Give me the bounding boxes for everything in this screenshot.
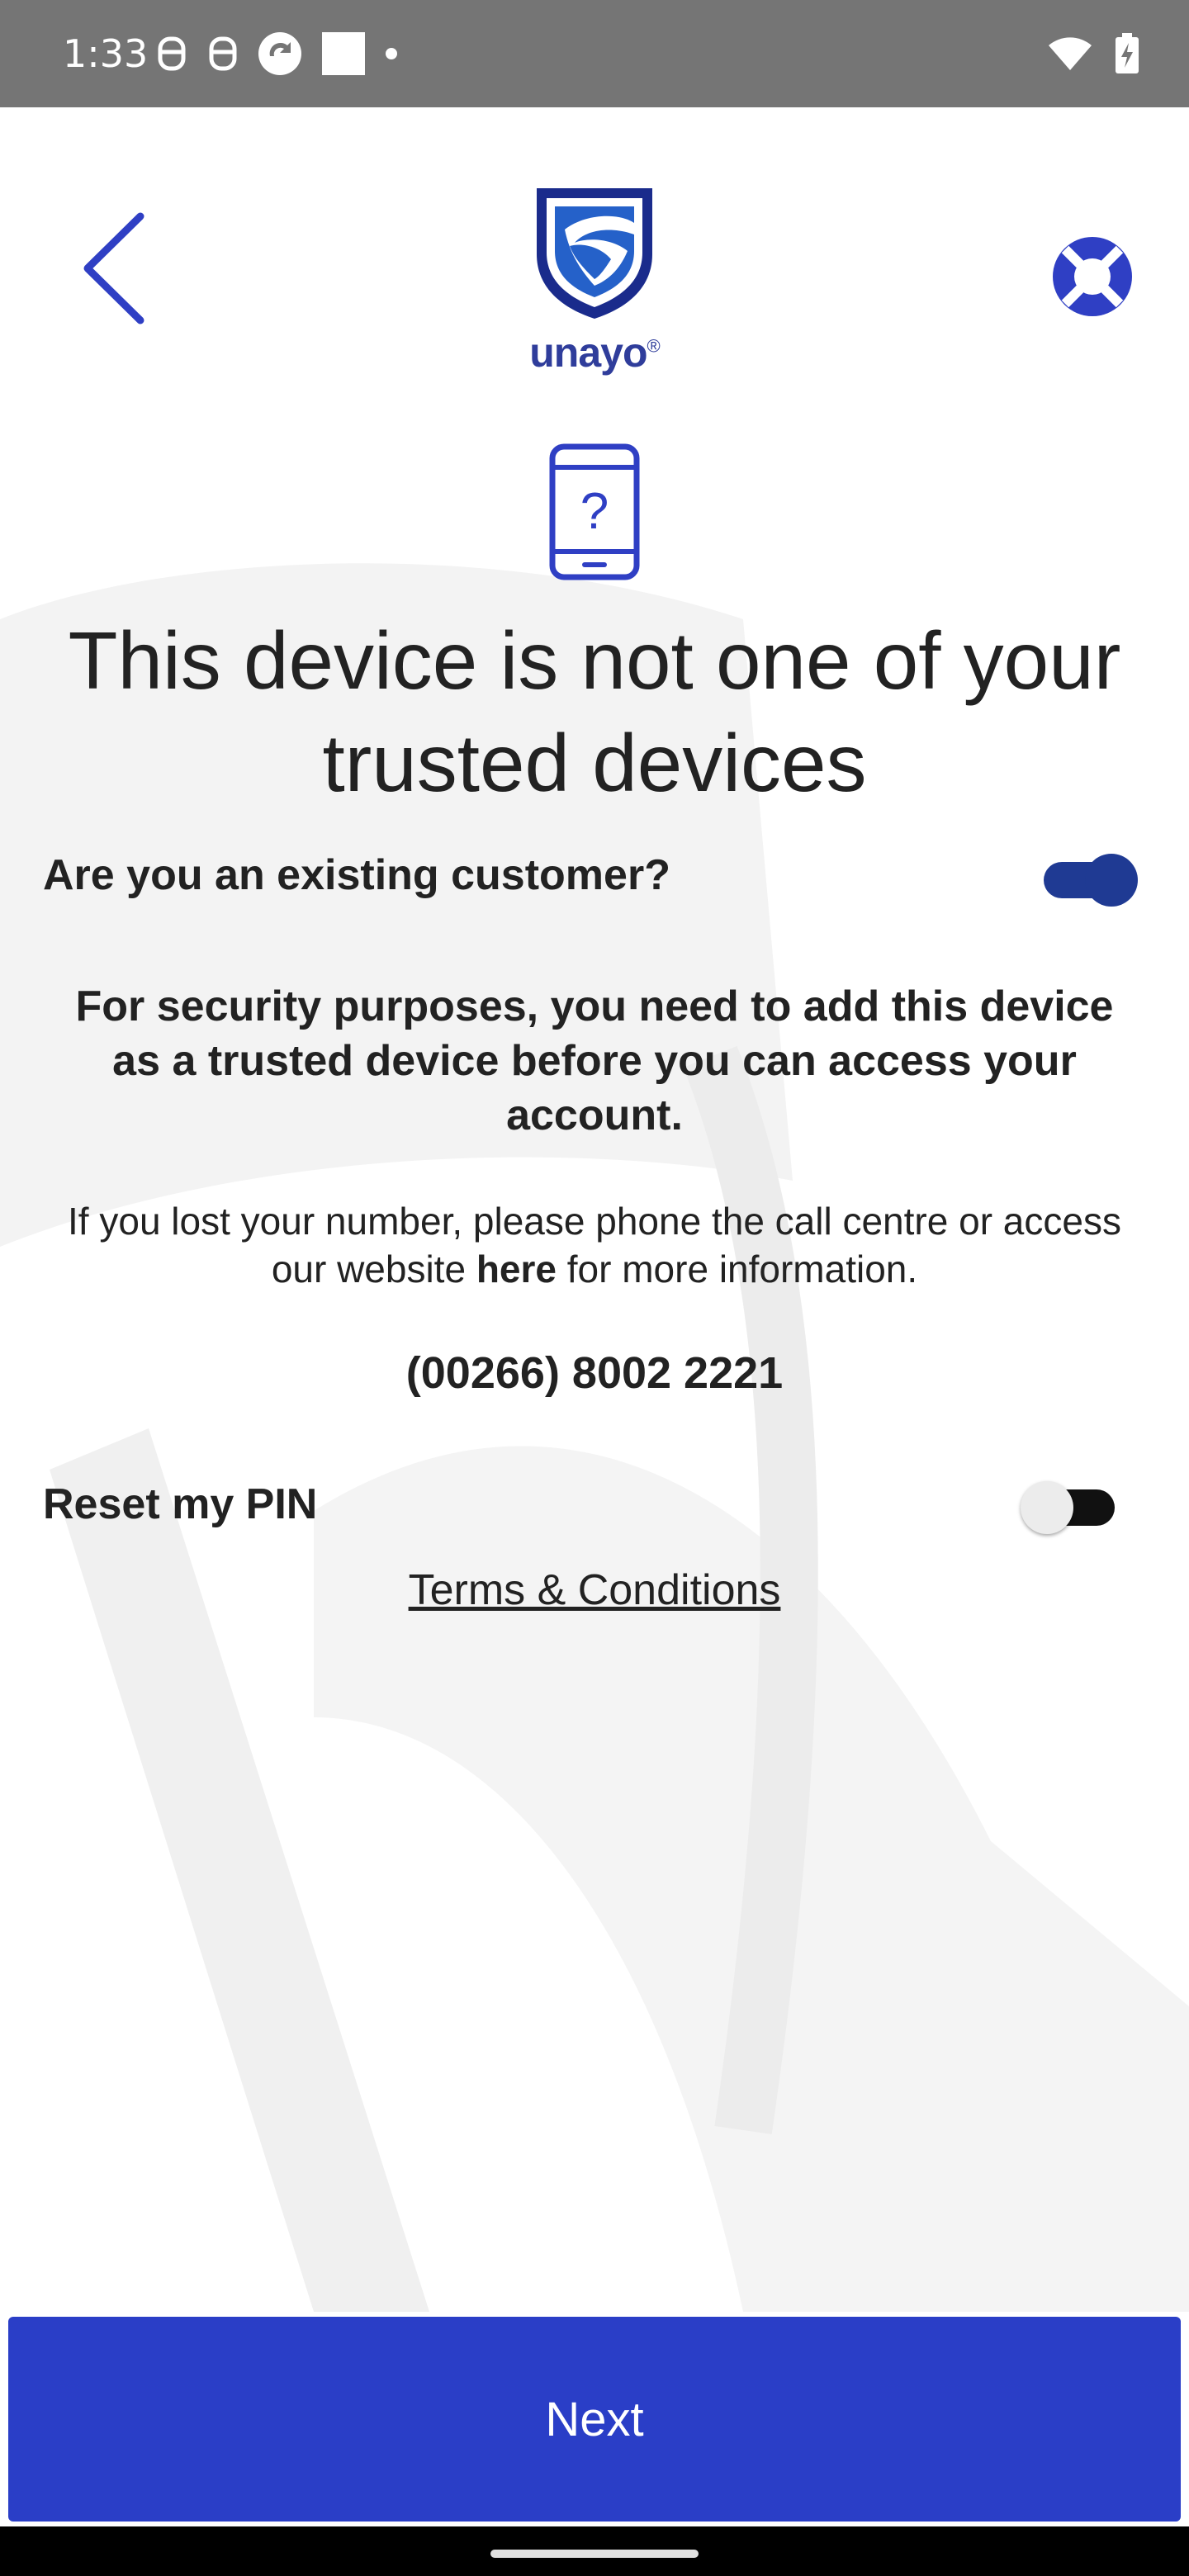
status-icons-left: [155, 28, 398, 79]
toggle-knob: [1021, 1481, 1073, 1534]
existing-customer-toggle[interactable]: [1039, 850, 1138, 907]
square-icon: [322, 32, 365, 75]
security-message: For security purposes, you need to add t…: [75, 983, 1114, 1139]
notification-icon: [158, 36, 186, 71]
reset-pin-label: Reset my PIN: [43, 1480, 318, 1528]
terms-link[interactable]: Terms & Conditions: [409, 1566, 781, 1614]
logo-wordmark: unayo: [529, 329, 647, 376]
help-button[interactable]: [1047, 231, 1138, 322]
unknown-device-icon: ?: [548, 443, 641, 581]
shield-logo-icon: [537, 188, 652, 319]
svg-text:?: ?: [580, 483, 609, 540]
existing-customer-label: Are you an existing customer?: [43, 851, 670, 899]
call-centre-number[interactable]: (00266) 8002 2221: [0, 1347, 1189, 1399]
registered-mark: ®: [647, 335, 661, 357]
info-message: If you lost your number, please phone th…: [66, 1197, 1123, 1293]
lifebuoy-icon: [1053, 237, 1132, 316]
next-button[interactable]: Next: [8, 2317, 1181, 2522]
notification-icon: [209, 36, 237, 71]
back-button[interactable]: [76, 206, 150, 330]
info-text-after: for more information.: [557, 1248, 918, 1290]
sync-icon: [258, 32, 301, 75]
toggle-knob: [1085, 854, 1138, 907]
status-time: 1:33: [63, 31, 149, 76]
status-icons-right: [1047, 28, 1139, 79]
page-title: This device is not one of your trusted d…: [68, 615, 1121, 808]
wifi-icon: [1049, 37, 1092, 70]
battery-charging-icon: [1116, 33, 1139, 73]
status-bar: 1:33: [0, 0, 1189, 107]
logo-text: unayo®: [495, 329, 694, 376]
dot-icon: [386, 48, 397, 59]
reset-pin-toggle[interactable]: [1021, 1478, 1120, 1534]
chevron-left-icon: [83, 212, 144, 324]
website-link[interactable]: here: [476, 1248, 557, 1290]
home-gesture-handle[interactable]: [490, 2550, 699, 2558]
terms-container: Terms & Conditions: [0, 1565, 1189, 1615]
